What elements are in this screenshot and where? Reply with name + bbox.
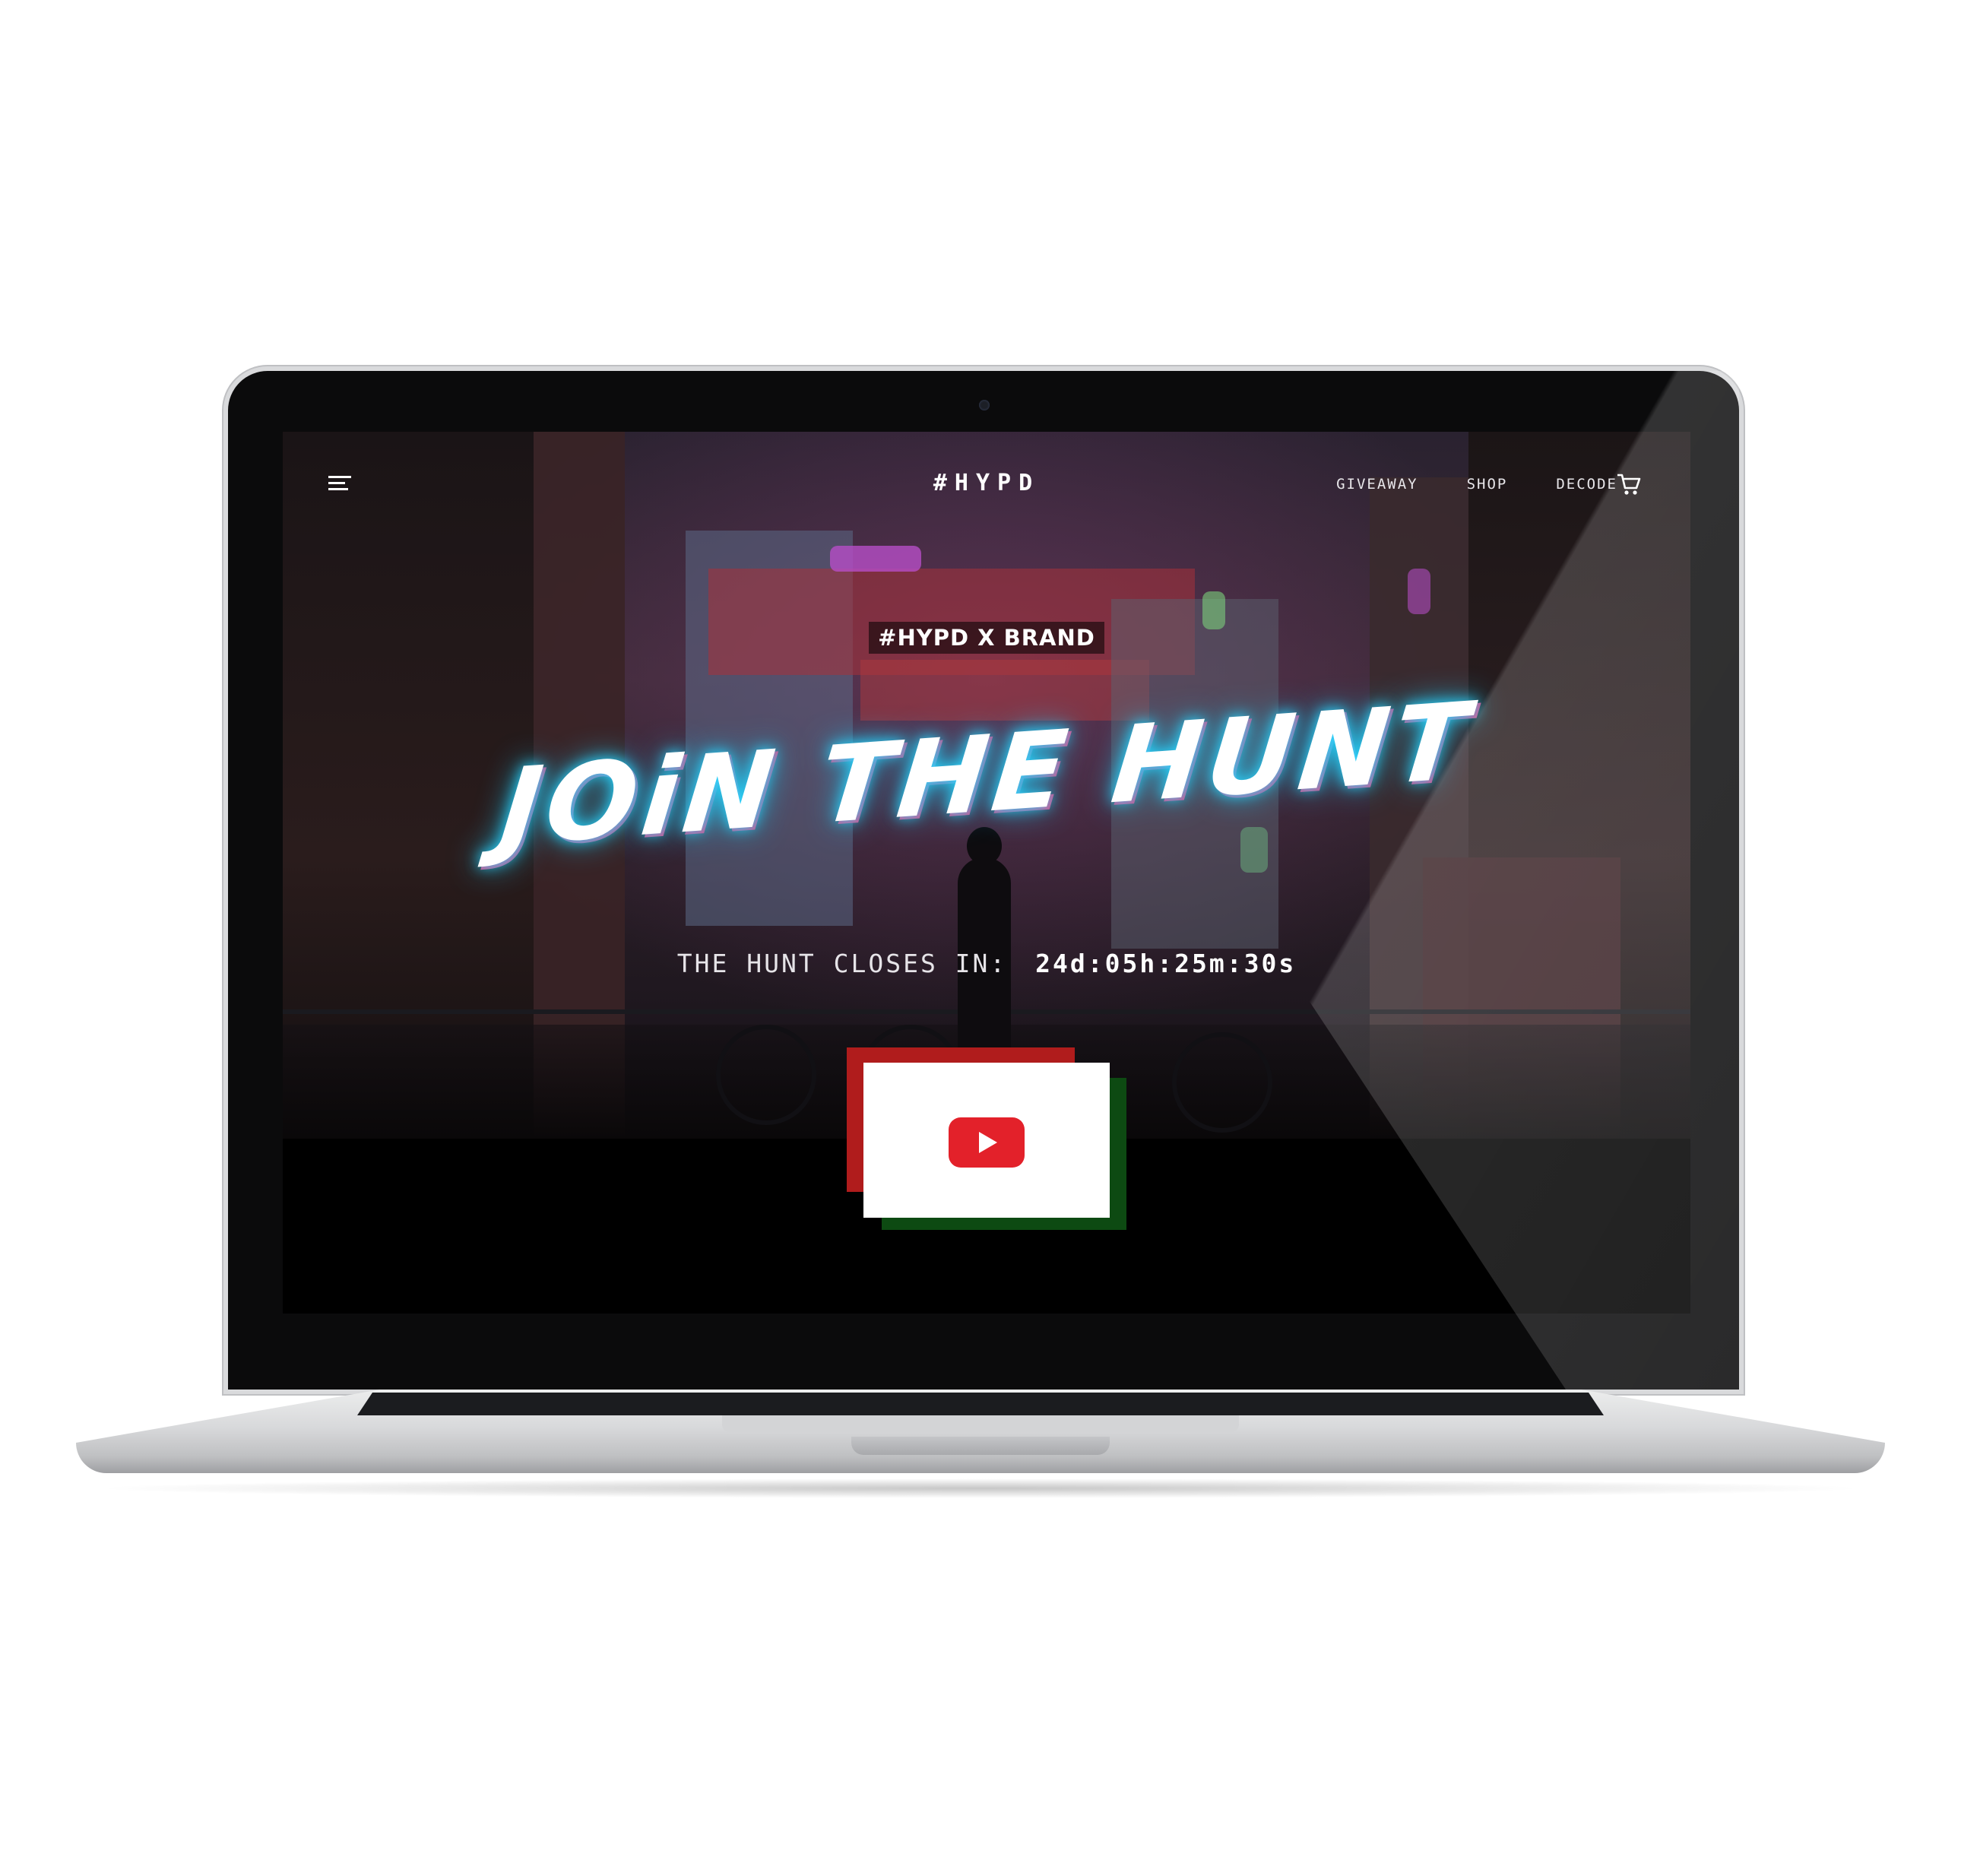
youtube-play-icon[interactable] [949, 1117, 1025, 1168]
cart-icon[interactable] [1616, 471, 1642, 497]
keyboard-edge [357, 1393, 1604, 1415]
brand-tag-label: #HYPD X BRAND [869, 622, 1104, 654]
countdown-value: 24d:05h:25m:30s [1035, 949, 1297, 978]
trackpad-edge [722, 1415, 1239, 1432]
laptop-shadow [91, 1478, 1870, 1498]
video-player[interactable] [863, 1063, 1110, 1218]
bicycle-wheel [716, 1025, 816, 1125]
nav-decode[interactable]: DECODE [1556, 476, 1617, 493]
nav-giveaway[interactable]: GIVEAWAY [1336, 476, 1418, 493]
lid-opening-notch [851, 1437, 1110, 1455]
countdown: THE HUNT CLOSES IN: 24d:05h:25m:30s [283, 949, 1690, 978]
nav-shop[interactable]: SHOP [1467, 476, 1508, 493]
website-screen: #HYPD GIVEAWAY SHOP DECODE #HYPD X BRAND… [283, 432, 1690, 1314]
hero-section: #HYPD GIVEAWAY SHOP DECODE #HYPD X BRAND… [283, 432, 1690, 1139]
brand-tag: #HYPD X BRAND [283, 622, 1690, 654]
neon-sign-magenta [1408, 569, 1430, 614]
webcam [979, 400, 990, 410]
bicycle-wheel [1172, 1032, 1272, 1133]
neon-sign-purple [830, 546, 921, 572]
neon-window-green [1240, 827, 1268, 873]
main-nav: GIVEAWAY SHOP DECODE [1336, 476, 1617, 493]
countdown-label: THE HUNT CLOSES IN: [676, 949, 1008, 978]
laptop-mockup: #HYPD GIVEAWAY SHOP DECODE #HYPD X BRAND… [0, 0, 1961, 1876]
